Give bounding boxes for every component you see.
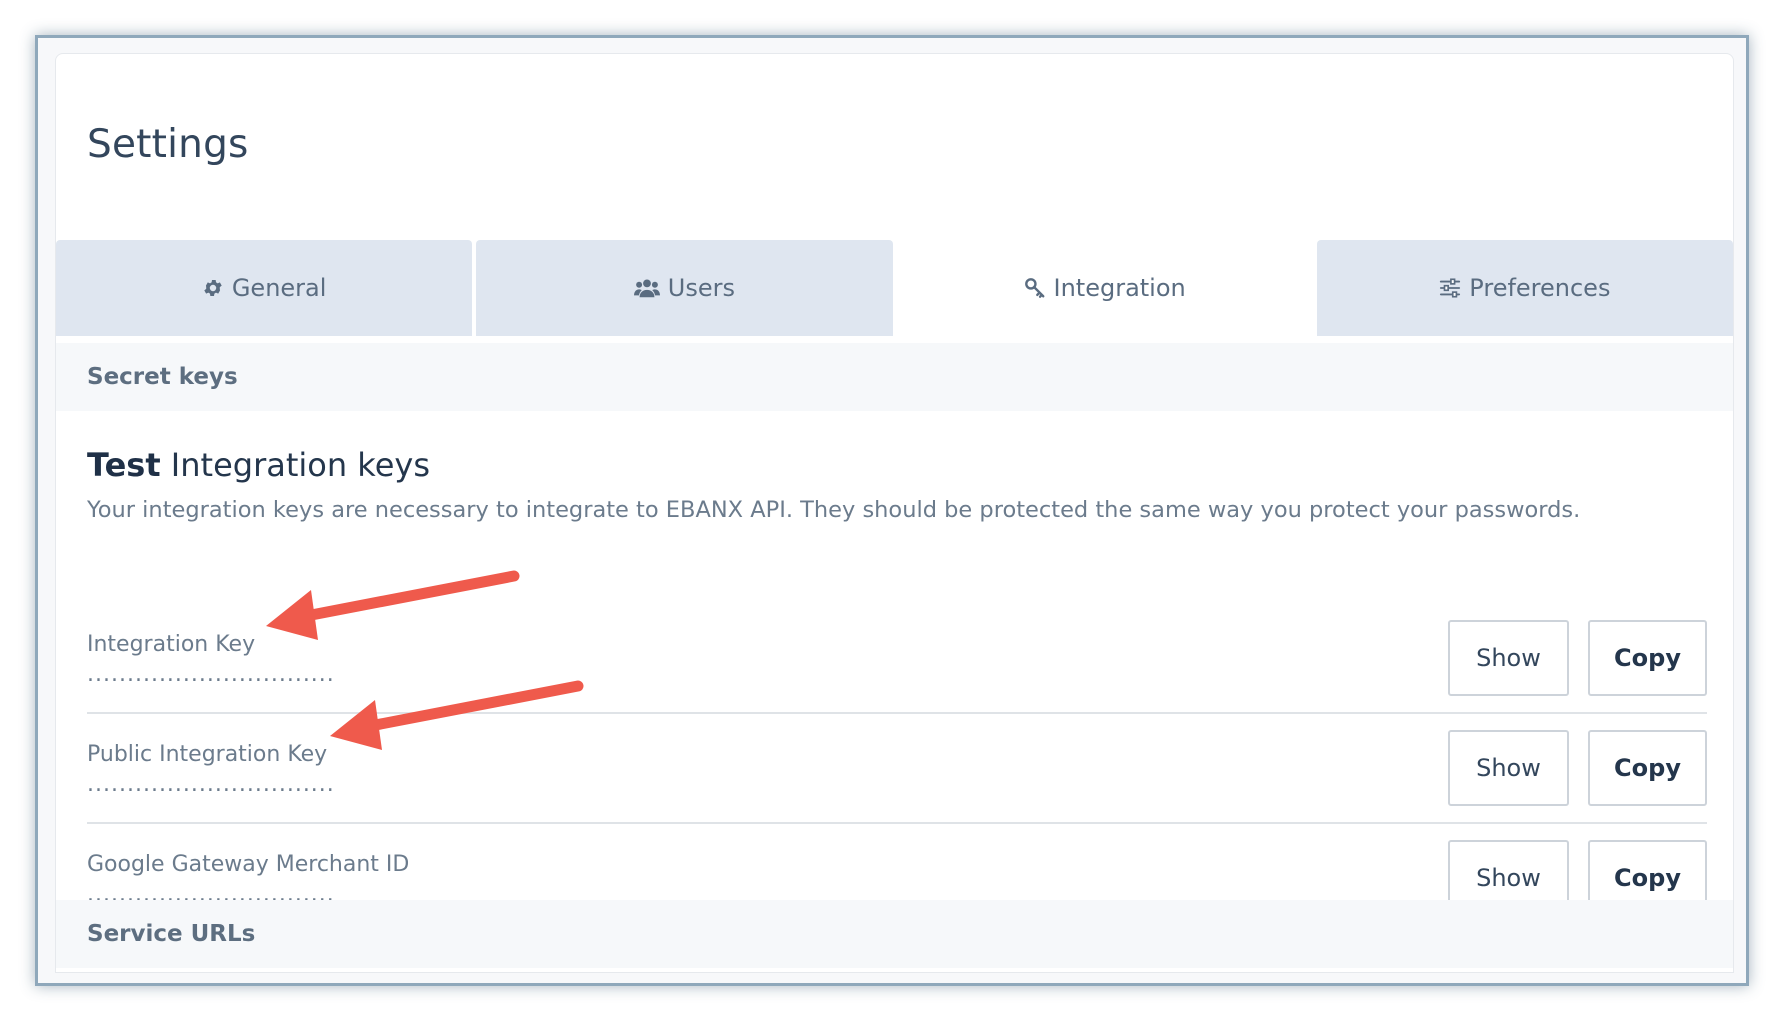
tab-users[interactable]: Users	[476, 240, 893, 336]
show-public-integration-key-button[interactable]: Show	[1448, 730, 1569, 806]
settings-card: Settings General Users Integration Prefe…	[55, 53, 1734, 973]
gear-icon	[202, 277, 224, 299]
screenshot-stage: Settings General Users Integration Prefe…	[0, 0, 1786, 1024]
users-icon	[633, 277, 660, 299]
key-icon	[1024, 277, 1046, 299]
tab-preferences[interactable]: Preferences	[1316, 240, 1733, 336]
page-title: Settings	[87, 122, 249, 167]
tab-integration[interactable]: Integration	[896, 240, 1313, 336]
key-label: Public Integration Key	[87, 742, 328, 767]
key-masked-value: ...............................	[87, 662, 335, 687]
keys-heading-mode: Test	[87, 446, 161, 484]
copy-public-integration-key-button[interactable]: Copy	[1588, 730, 1707, 806]
section-secret-keys: Secret keys	[56, 343, 1733, 411]
key-row-public-integration-key: Public Integration Key .................…	[87, 714, 1707, 824]
tab-users-label: Users	[667, 274, 735, 302]
tab-preferences-label: Preferences	[1469, 274, 1611, 302]
show-integration-key-button[interactable]: Show	[1448, 620, 1569, 696]
sliders-icon	[1439, 277, 1461, 299]
copy-integration-key-button[interactable]: Copy	[1588, 620, 1707, 696]
keys-heading-title: Integration keys	[160, 446, 430, 484]
tab-general[interactable]: General	[56, 240, 473, 336]
key-masked-value: ...............................	[87, 772, 335, 797]
settings-tabs: General Users Integration Preferences	[56, 240, 1733, 336]
section-service-urls: Service URLs	[56, 900, 1733, 968]
keys-heading: Test Integration keys	[87, 446, 430, 484]
tab-integration-label: Integration	[1053, 274, 1186, 302]
window-frame: Settings General Users Integration Prefe…	[35, 35, 1749, 986]
keys-description: Your integration keys are necessary to i…	[87, 497, 1581, 523]
tab-general-label: General	[231, 274, 327, 302]
key-label: Integration Key	[87, 632, 256, 657]
key-row-integration-key: Integration Key ........................…	[87, 604, 1707, 714]
key-label: Google Gateway Merchant ID	[87, 852, 410, 877]
